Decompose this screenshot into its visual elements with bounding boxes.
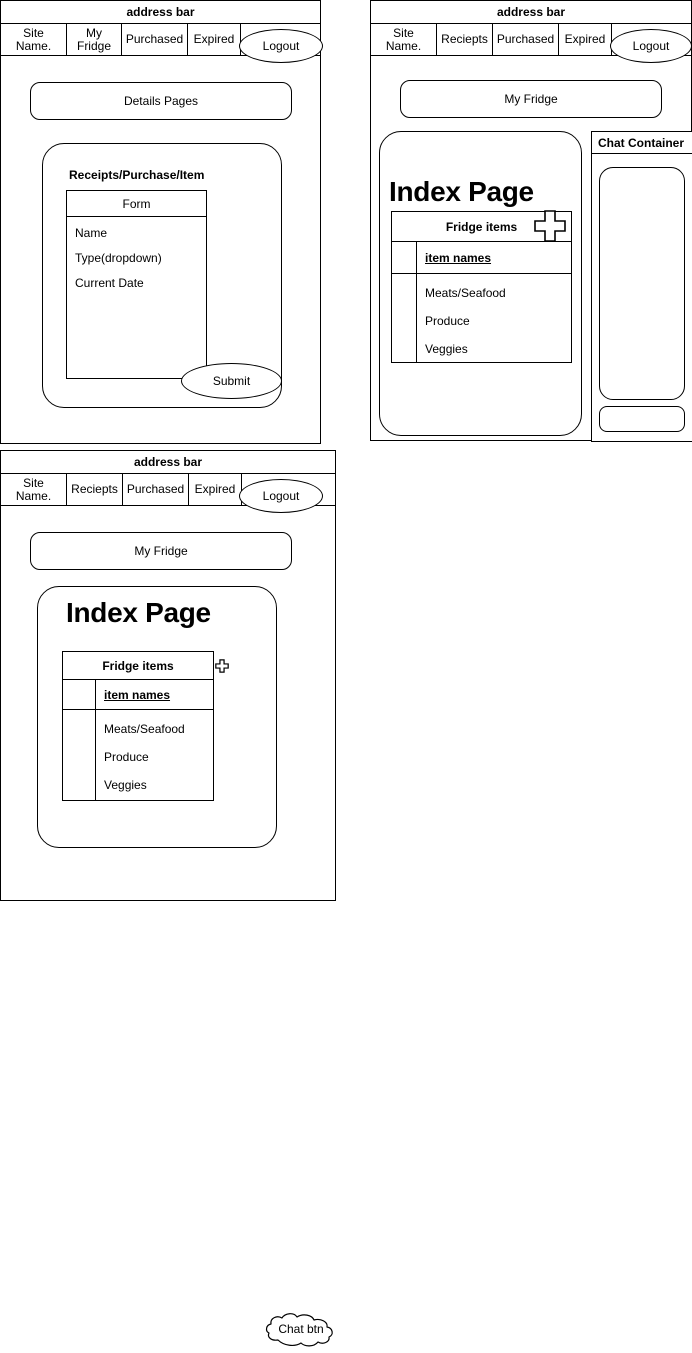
fridge-items-list: Meats/Seafood Produce Veggies [417,274,571,362]
logout-label: Logout [262,489,300,503]
nav-item-purchased[interactable]: Purchased [122,24,188,56]
nav-item-label: My Fridge [76,25,111,53]
list-item[interactable]: Meats/Seafood [104,722,213,750]
nav-item-label: Site Name. [15,25,52,53]
nav-item-label: Expired [193,32,235,46]
list-item[interactable]: Produce [104,750,213,778]
form-field-current-date[interactable]: Current Date [67,276,206,290]
nav-item-reciepts[interactable]: Reciepts [67,474,123,506]
form-field-type[interactable]: Type(dropdown) [67,251,206,276]
nav-item-label: Reciepts [441,32,488,46]
nav-item-site-name[interactable]: Site Name. [371,24,437,56]
form-table: Form Name Type(dropdown) Current Date [66,190,207,379]
form-header-label: Form [122,196,151,211]
nav-item-site-name[interactable]: Site Name. [1,24,67,56]
fridge-items-header-label: Fridge items [102,658,174,673]
list-item[interactable]: Meats/Seafood [425,286,571,314]
my-fridge-label: My Fridge [504,92,558,106]
my-fridge-label: My Fridge [134,544,188,558]
nav-item-label: Expired [564,32,606,46]
fridge-items-body-row: Meats/Seafood Produce Veggies [392,274,571,362]
list-item[interactable]: Produce [425,314,571,342]
chat-message-log[interactable] [599,167,685,400]
form-field-list: Name Type(dropdown) Current Date [67,217,206,290]
panel-index-with-chat: address bar Site Name. Reciepts Purchase… [370,0,692,442]
logout-button[interactable]: Logout [239,479,323,513]
address-bar: address bar [1,451,335,474]
panel-index-with-chat-button: address bar Site Name. Reciepts Purchase… [0,450,336,1347]
fridge-items-list: Meats/Seafood Produce Veggies [96,710,213,800]
row-gutter [392,242,417,273]
add-item-plus-icon[interactable] [533,209,567,243]
details-pages-label: Details Pages [123,94,199,108]
submit-label: Submit [212,374,251,388]
nav-item-expired[interactable]: Expired [188,24,241,56]
row-gutter [63,710,96,800]
fridge-items-column-header-row: item names [392,242,571,274]
nav-item-label: Site Name. [15,475,52,503]
chat-container-title-label: Chat Container [598,135,685,150]
fridge-items-column-header-row: item names [63,680,213,710]
chat-input-field[interactable] [599,406,685,432]
address-bar: address bar [1,1,320,24]
details-pages-button[interactable]: Details Pages [30,82,292,120]
nav-item-expired[interactable]: Expired [189,474,242,506]
nav-item-my-fridge[interactable]: My Fridge [67,24,122,56]
index-page-title: Index Page [66,597,211,628]
nav-item-label: Purchased [125,32,184,46]
logout-button[interactable]: Logout [239,29,323,63]
nav-item-reciepts[interactable]: Reciepts [437,24,493,56]
my-fridge-button[interactable]: My Fridge [30,532,292,570]
chat-cloud-icon [265,1313,333,1347]
nav-item-purchased[interactable]: Purchased [123,474,189,506]
add-item-plus-icon[interactable] [215,659,229,673]
logout-label: Logout [632,39,670,53]
column-header-item-names[interactable]: item names [417,242,571,273]
panel-details-page: address bar Site Name. My Fridge Purchas… [0,0,323,444]
fridge-items-header-label: Fridge items [445,219,518,234]
details-card-title: Receipts/Purchase/Item [69,168,205,182]
fridge-items-table: Fridge items item names Meats/Seafood Pr… [62,651,214,801]
logout-label: Logout [262,39,300,53]
chat-container-title: Chat Container [592,132,692,154]
nav-item-expired[interactable]: Expired [559,24,612,56]
nav-item-label: Purchased [126,482,185,496]
row-gutter [392,274,417,362]
column-header-item-names[interactable]: item names [96,680,213,709]
nav-item-label: Site Name. [385,25,422,53]
address-bar: address bar [371,1,691,24]
nav-item-purchased[interactable]: Purchased [493,24,559,56]
nav-item-label: Purchased [496,32,555,46]
nav-item-label: Expired [194,482,236,496]
index-page-title: Index Page [389,176,534,207]
chat-button[interactable]: Chat btn [262,1310,340,1350]
submit-button[interactable]: Submit [181,363,282,399]
form-table-header: Form [67,191,206,217]
list-item[interactable]: Veggies [425,342,571,356]
fridge-items-body-row: Meats/Seafood Produce Veggies [63,710,213,800]
fridge-items-table-header: Fridge items [63,652,213,680]
my-fridge-button[interactable]: My Fridge [400,80,662,118]
nav-item-site-name[interactable]: Site Name. [1,474,67,506]
form-field-name[interactable]: Name [67,226,206,251]
logout-button[interactable]: Logout [610,29,692,63]
nav-item-label: Reciepts [71,482,118,496]
row-gutter [63,680,96,709]
list-item[interactable]: Veggies [104,778,213,792]
